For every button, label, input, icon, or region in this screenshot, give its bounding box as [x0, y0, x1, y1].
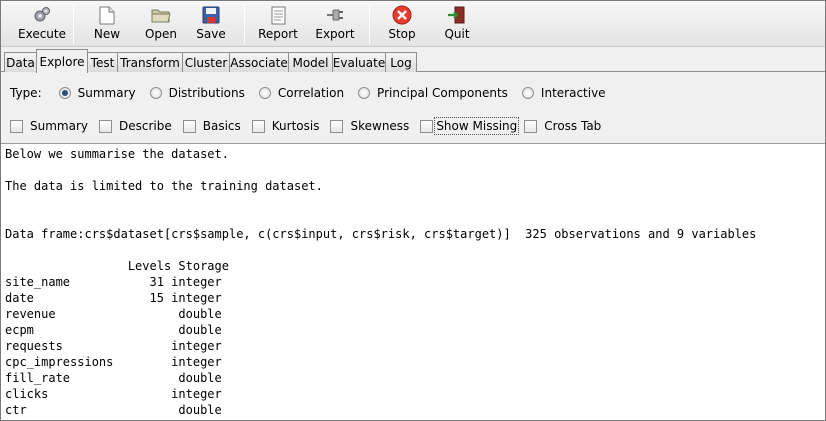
- output-line: requests integer: [5, 339, 222, 353]
- tab-explore[interactable]: Explore: [36, 49, 88, 73]
- output-text: Below we summarise the dataset. The data…: [5, 146, 825, 418]
- report-label: Report: [258, 27, 298, 41]
- new-document-icon: [96, 5, 118, 25]
- toolbar-separator: [369, 4, 370, 44]
- checkbox-basics-label: Basics: [202, 119, 241, 133]
- radio-button[interactable]: [149, 87, 162, 99]
- export-plug-icon: [324, 5, 346, 25]
- quit-label: Quit: [444, 27, 470, 41]
- radio-button-selected[interactable]: [58, 87, 71, 99]
- tab-cluster[interactable]: Cluster: [182, 52, 230, 72]
- gears-icon: [31, 5, 53, 25]
- tab-test[interactable]: Test: [87, 52, 118, 72]
- exit-door-icon: [446, 5, 468, 25]
- tab-evaluate[interactable]: Evaluate: [332, 52, 386, 72]
- tab-transform[interactable]: Transform: [117, 52, 183, 72]
- checkbox-skewness-label: Skewness: [350, 119, 410, 133]
- stop-button[interactable]: Stop: [372, 1, 432, 45]
- checkbox-summary[interactable]: Summary: [10, 119, 88, 133]
- open-label: Open: [144, 27, 178, 41]
- radio-button[interactable]: [358, 87, 371, 99]
- checkbox-skewness[interactable]: Skewness: [330, 119, 409, 133]
- tab-log[interactable]: Log: [385, 52, 417, 72]
- type-label: Type:: [10, 86, 42, 100]
- output-line: clicks integer: [5, 387, 222, 401]
- save-button[interactable]: Save: [186, 1, 236, 45]
- output-line: date 15 integer: [5, 291, 222, 305]
- checkbox-describe[interactable]: Describe: [99, 119, 172, 133]
- summary-options-row: Summary Describe Basics Kurtosis Skewnes…: [10, 117, 612, 135]
- checkbox-box[interactable]: [99, 119, 112, 133]
- folder-icon: [150, 5, 172, 25]
- output-line: Levels Storage: [5, 259, 229, 273]
- output-line: Below we summarise the dataset.: [5, 147, 229, 161]
- new-button[interactable]: New: [78, 1, 136, 45]
- checkbox-kurtosis[interactable]: Kurtosis: [251, 119, 320, 133]
- radio-summary-label: Summary: [77, 86, 136, 100]
- radio-distributions-label: Distributions: [168, 86, 245, 100]
- output-line: ctr double: [5, 403, 222, 417]
- checkbox-basics[interactable]: Basics: [182, 119, 241, 133]
- output-line: site_name 31 integer: [5, 275, 222, 289]
- report-document-icon: [267, 5, 289, 25]
- radio-principal-components-label: Principal Components: [377, 86, 508, 100]
- floppy-disk-icon: [200, 5, 222, 25]
- checkbox-describe-label: Describe: [119, 119, 172, 133]
- radio-interactive-label: Interactive: [540, 86, 606, 100]
- new-label: New: [93, 27, 121, 41]
- radio-summary[interactable]: Summary: [58, 86, 136, 100]
- checkbox-cross-tab-label: Cross Tab: [544, 119, 602, 133]
- output-line: The data is limited to the training data…: [5, 179, 323, 193]
- checkbox-box[interactable]: [251, 119, 265, 133]
- toolbar: Execute New Open Save Report Export Stop…: [1, 1, 825, 47]
- open-button[interactable]: Open: [136, 1, 186, 45]
- output-line: Data frame:crs$dataset[crs$sample, c(crs…: [5, 227, 757, 241]
- toolbar-separator: [244, 4, 245, 44]
- checkbox-kurtosis-label: Kurtosis: [271, 119, 320, 133]
- radio-correlation-label: Correlation: [277, 86, 345, 100]
- tab-model[interactable]: Model: [288, 52, 333, 72]
- notebook-tabs: Data Explore Test Transform Cluster Asso…: [1, 48, 825, 73]
- output-line: ecpm double: [5, 323, 222, 337]
- type-radio-group: Type: Summary Distributions Correlation …: [10, 84, 620, 102]
- stop-label: Stop: [388, 27, 416, 41]
- radio-button[interactable]: [258, 87, 271, 99]
- save-label: Save: [196, 27, 226, 41]
- checkbox-show-missing-label: Show Missing: [434, 117, 520, 135]
- output-line: cpc_impressions integer: [5, 355, 222, 369]
- checkbox-box[interactable]: [524, 119, 538, 133]
- checkbox-summary-label: Summary: [30, 119, 88, 133]
- export-button[interactable]: Export: [309, 1, 361, 45]
- execute-label: Execute: [18, 27, 66, 41]
- checkbox-box[interactable]: [330, 119, 344, 133]
- export-label: Export: [315, 27, 355, 41]
- summary-output-text[interactable]: Below we summarise the dataset. The data…: [1, 143, 825, 420]
- stop-icon: [391, 5, 413, 25]
- toolbar-separator: [73, 4, 74, 44]
- checkbox-box[interactable]: [182, 119, 196, 133]
- radio-interactive[interactable]: Interactive: [521, 86, 606, 100]
- checkbox-box[interactable]: [10, 119, 23, 133]
- radio-principal-components[interactable]: Principal Components: [358, 86, 508, 100]
- radio-distributions[interactable]: Distributions: [149, 86, 245, 100]
- radio-button[interactable]: [521, 87, 534, 99]
- execute-button[interactable]: Execute: [11, 1, 73, 45]
- tab-associate[interactable]: Associate: [229, 52, 289, 72]
- checkbox-cross-tab[interactable]: Cross Tab: [524, 119, 601, 133]
- tab-data[interactable]: Data: [4, 52, 37, 72]
- checkbox-box[interactable]: [420, 119, 434, 133]
- checkbox-show-missing[interactable]: Show Missing: [420, 117, 520, 135]
- output-line: revenue double: [5, 307, 222, 321]
- quit-button[interactable]: Quit: [436, 1, 478, 45]
- report-button[interactable]: Report: [247, 1, 309, 45]
- radio-correlation[interactable]: Correlation: [258, 86, 345, 100]
- output-line: fill_rate double: [5, 371, 222, 385]
